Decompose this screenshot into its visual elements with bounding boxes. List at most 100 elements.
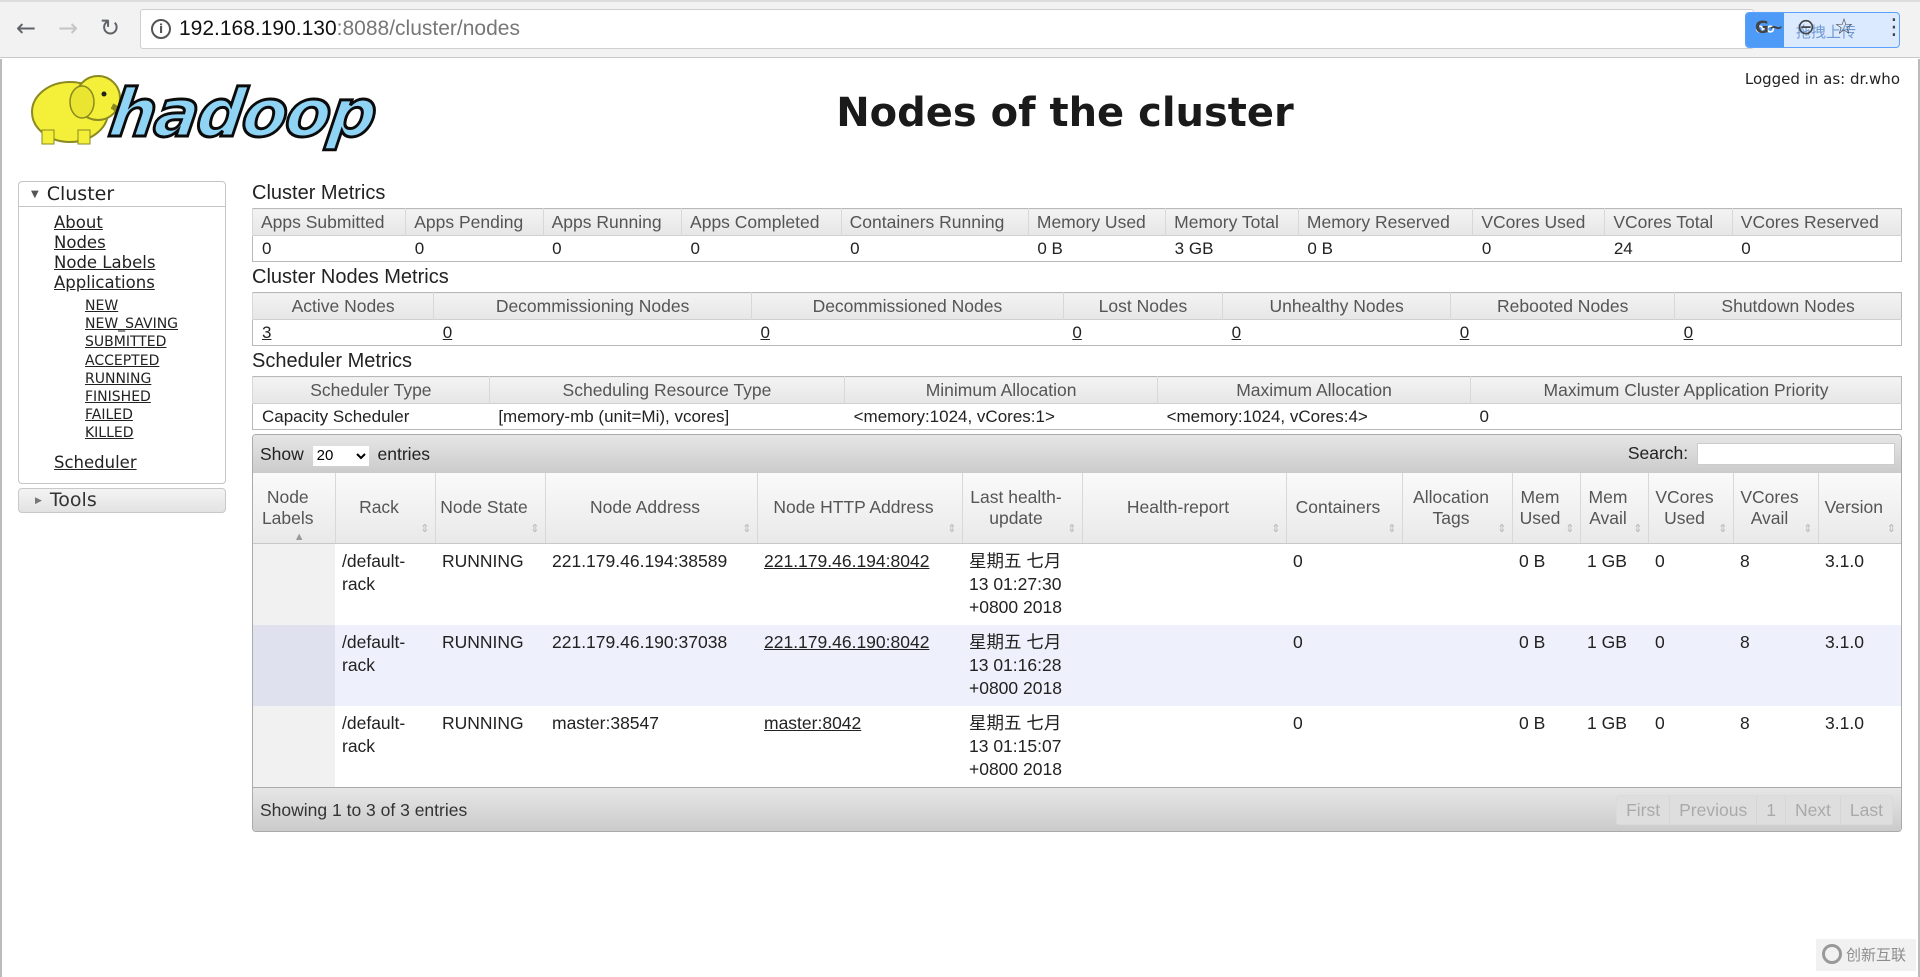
cell-labels [253, 543, 335, 625]
table-row: /default-rack RUNNING 221.179.46.194:38589… [253, 543, 1901, 625]
value-active-nodes: 3 [252, 319, 434, 346]
rebooted-nodes-link[interactable]: 0 [1460, 323, 1469, 342]
column-header-rack[interactable]: Rack ⇕ [334, 473, 435, 544]
app-state-new-saving[interactable]: NEW_SAVING [85, 315, 225, 333]
column-header-node-address[interactable]: Node Address ⇕ [544, 473, 757, 544]
header-maximum-allocation: Maximum Allocation [1157, 376, 1471, 404]
main-content: Cluster Metrics Apps Submitted Apps Pendi… [251, 180, 1902, 832]
active-nodes-link[interactable]: 3 [262, 323, 271, 342]
unhealthy-nodes-link[interactable]: 0 [1232, 323, 1241, 342]
browser-toolbar: ← → ↻ i 192.168.190.130:8088/cluster/nod… [0, 0, 1920, 58]
sidebar-link-applications[interactable]: Applications [54, 273, 225, 293]
column-header-node-labels[interactable]: Node Labels ▲ [253, 473, 335, 544]
header-scheduler-type: Scheduler Type [252, 376, 490, 404]
column-header-vcores-used[interactable]: VCores Used ⇕ [1647, 473, 1733, 544]
cell-state: RUNNING [435, 705, 545, 787]
app-state-accepted[interactable]: ACCEPTED [85, 352, 225, 370]
header-decommissioning-nodes: Decommissioning Nodes [433, 292, 752, 320]
column-header-vcores-avail[interactable]: VCores Avail ⇕ [1732, 473, 1818, 544]
app-state-failed[interactable]: FAILED [85, 406, 225, 424]
search-label: Search: [1627, 443, 1689, 463]
sidebar-link-scheduler[interactable]: Scheduler [54, 453, 225, 473]
sidebar-link-node-labels[interactable]: Node Labels [54, 253, 225, 273]
app-state-links: NEW NEW_SAVING SUBMITTED ACCEPTED RUNNIN… [54, 297, 225, 443]
value-decommissioning-nodes: 0 [433, 319, 752, 346]
page-length-select[interactable]: 20 [312, 445, 369, 466]
sidebar-link-nodes[interactable]: Nodes [54, 233, 225, 253]
lost-nodes-link[interactable]: 0 [1072, 323, 1081, 342]
forward-arrow-icon[interactable]: → [54, 14, 82, 42]
node-http-address-link[interactable]: master:8042 [764, 713, 861, 733]
cell-tags [1402, 543, 1512, 625]
pager-last-button[interactable]: Last [1841, 796, 1892, 824]
column-header-mem-avail[interactable]: Mem Avail ⇕ [1579, 473, 1648, 544]
column-header-allocation-tags[interactable]: Allocation Tags ⇕ [1401, 473, 1512, 544]
header-rebooted-nodes: Rebooted Nodes [1450, 292, 1675, 320]
sort-both-icon: ⇕ [1497, 522, 1507, 535]
cluster-label: Cluster [46, 183, 115, 205]
search-input[interactable] [1697, 443, 1895, 466]
caret-down-icon: ▼ [31, 189, 39, 200]
app-state-new[interactable]: NEW [85, 297, 225, 315]
column-header-mem-used[interactable]: Mem Used ⇕ [1511, 473, 1580, 544]
node-http-address-link[interactable]: 221.179.46.194:8042 [764, 551, 929, 571]
tools-accordion-header[interactable]: ▶ Tools [18, 487, 226, 513]
cluster-accordion-header[interactable]: ▼ Cluster [18, 181, 226, 207]
app-state-running[interactable]: RUNNING [85, 370, 225, 388]
reload-icon[interactable]: ↻ [96, 14, 124, 42]
column-header-label: Health-report [1126, 497, 1230, 518]
cell-version: 3.1.0 [1818, 543, 1901, 625]
pager-page-1-button[interactable]: 1 [1757, 795, 1786, 824]
entries-label: entries [377, 444, 431, 464]
sort-both-icon: ⇕ [420, 522, 430, 535]
cell-mem-avail: 1 GB [1580, 543, 1648, 625]
column-header-containers[interactable]: Containers ⇕ [1285, 473, 1402, 544]
header-maximum-cluster-application-priority: Maximum Cluster Application Priority [1470, 376, 1902, 404]
cell-tags [1402, 705, 1512, 787]
table-row: /default-rack RUNNING master:38547 master:8… [253, 705, 1901, 787]
pager-first-button[interactable]: First [1617, 795, 1671, 824]
url-text[interactable]: 192.168.190.130:8088/cluster/nodes [179, 17, 520, 41]
back-arrow-icon[interactable]: ← [12, 14, 40, 42]
pager-next-button[interactable]: Next [1786, 795, 1841, 824]
value-apps-completed: 0 [681, 235, 842, 262]
column-header-health-report[interactable]: Health-report ⇕ [1081, 473, 1286, 544]
column-header-version[interactable]: Version ⇕ [1817, 473, 1901, 544]
value-lost-nodes: 0 [1063, 319, 1223, 346]
column-header-node-state[interactable]: Node State ⇕ [434, 473, 545, 544]
menu-kebab-icon[interactable]: ⋮ [1880, 14, 1908, 42]
sort-both-icon: ⇕ [742, 522, 752, 535]
zoom-out-icon[interactable]: ⊖ [1792, 14, 1820, 42]
cell-containers: 0 [1286, 624, 1402, 706]
cell-rack: /default-rack [335, 624, 435, 706]
decommissioning-nodes-link[interactable]: 0 [443, 323, 452, 342]
column-header-last-health-update[interactable]: Last health-update ⇕ [961, 473, 1082, 544]
translate-icon[interactable]: G∼ [1755, 14, 1783, 42]
column-header-label: Mem Used [1519, 486, 1561, 528]
shutdown-nodes-link[interactable]: 0 [1684, 323, 1693, 342]
pager-previous-button[interactable]: Previous [1670, 795, 1758, 824]
value-unhealthy-nodes: 0 [1222, 319, 1451, 346]
bookmark-star-icon[interactable]: ☆ [1830, 14, 1858, 42]
column-header-label: Mem Avail [1588, 486, 1628, 528]
app-state-killed[interactable]: KILLED [85, 424, 225, 442]
decommissioned-nodes-link[interactable]: 0 [760, 323, 769, 342]
value-memory-used: 0 B [1028, 235, 1166, 262]
app-state-submitted[interactable]: SUBMITTED [85, 333, 225, 351]
cell-containers: 0 [1286, 705, 1402, 787]
cell-http: 221.179.46.194:8042 [757, 543, 962, 625]
scheduler-metrics-heading: Scheduler Metrics [252, 350, 413, 372]
cell-vcores-avail: 8 [1733, 543, 1818, 625]
address-bar[interactable]: i 192.168.190.130:8088/cluster/nodes ⚯ 拖… [140, 9, 1900, 49]
header-scheduling-resource-type: Scheduling Resource Type [488, 376, 845, 404]
nodes-datatable: Show 20 entries Search: Node Labels ▲ Rack… [252, 434, 1902, 832]
info-icon[interactable]: i [151, 19, 171, 39]
app-state-finished[interactable]: FINISHED [85, 388, 225, 406]
cell-mem-avail: 1 GB [1580, 624, 1648, 706]
logged-in-user: Logged in as: dr.who [1744, 70, 1900, 88]
cell-version: 3.1.0 [1818, 705, 1901, 787]
sidebar-link-about[interactable]: About [54, 213, 225, 233]
value-vcores-total: 24 [1604, 235, 1733, 262]
node-http-address-link[interactable]: 221.179.46.190:8042 [764, 632, 929, 652]
column-header-node-http-address[interactable]: Node HTTP Address ⇕ [756, 473, 962, 544]
